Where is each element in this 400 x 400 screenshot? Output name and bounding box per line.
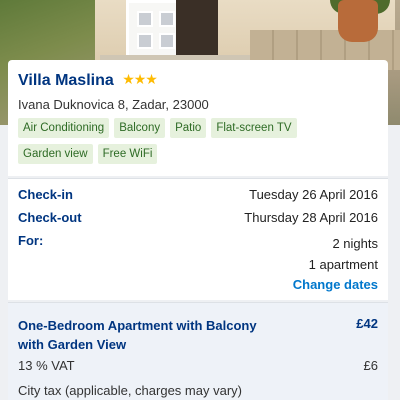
- booking-dates-card: Check-in Tuesday 26 April 2016 Check-out…: [8, 178, 388, 300]
- room-title: One-Bedroom Apartment with Balcony with …: [18, 318, 257, 352]
- for-label: For:: [18, 233, 44, 248]
- checkout-row: Check-out Thursday 28 April 2016: [18, 210, 378, 233]
- nights-count: 2 nights: [332, 236, 378, 251]
- checkin-label: Check-in: [18, 187, 73, 202]
- photo-doorway: [176, 0, 218, 60]
- facility-chip: Balcony: [114, 118, 166, 138]
- facility-chip: Air Conditioning: [18, 118, 110, 138]
- room-row: One-Bedroom Apartment with Balcony with …: [18, 316, 378, 354]
- facility-chip: Flat-screen TV: [211, 118, 297, 138]
- checkout-value: Thursday 28 April 2016: [244, 210, 378, 225]
- room-summary-card: One-Bedroom Apartment with Balcony with …: [8, 302, 388, 400]
- stay-summary-row: For: 2 nights 1 apartment: [18, 233, 378, 277]
- facility-list: Air Conditioning Balcony Patio Flat-scre…: [18, 118, 318, 164]
- hotel-name[interactable]: Villa Maslina: [18, 72, 114, 90]
- photo-door-pane: [159, 33, 175, 49]
- checkout-label: Check-out: [18, 210, 82, 225]
- facility-chip: Patio: [170, 118, 207, 138]
- vat-row: 13 % VAT £6: [18, 357, 378, 375]
- checkin-row: Check-in Tuesday 26 April 2016: [18, 187, 378, 210]
- vat-label: 13 % VAT: [18, 358, 75, 373]
- change-dates-link[interactable]: Change dates: [18, 277, 378, 292]
- star-rating-icon: ★★★: [122, 71, 158, 87]
- city-tax-note: City tax (applicable, charges may vary): [18, 383, 242, 398]
- checkin-value: Tuesday 26 April 2016: [249, 187, 378, 202]
- photo-door-pane: [137, 33, 153, 49]
- photo-door-pane: [137, 11, 153, 27]
- photo-door-pane: [159, 11, 175, 27]
- units-count: 1 apartment: [308, 257, 378, 272]
- photo-flower-pot: [338, 0, 378, 42]
- room-price: £42: [356, 316, 378, 331]
- vat-price: £6: [363, 358, 378, 373]
- facility-chip: Free WiFi: [97, 144, 158, 164]
- hotel-info-card: Villa Maslina ★★★ Ivana Duknovica 8, Zad…: [8, 60, 388, 176]
- facility-chip: Garden view: [18, 144, 93, 164]
- hotel-address: Ivana Duknovica 8, Zadar, 23000: [18, 97, 209, 112]
